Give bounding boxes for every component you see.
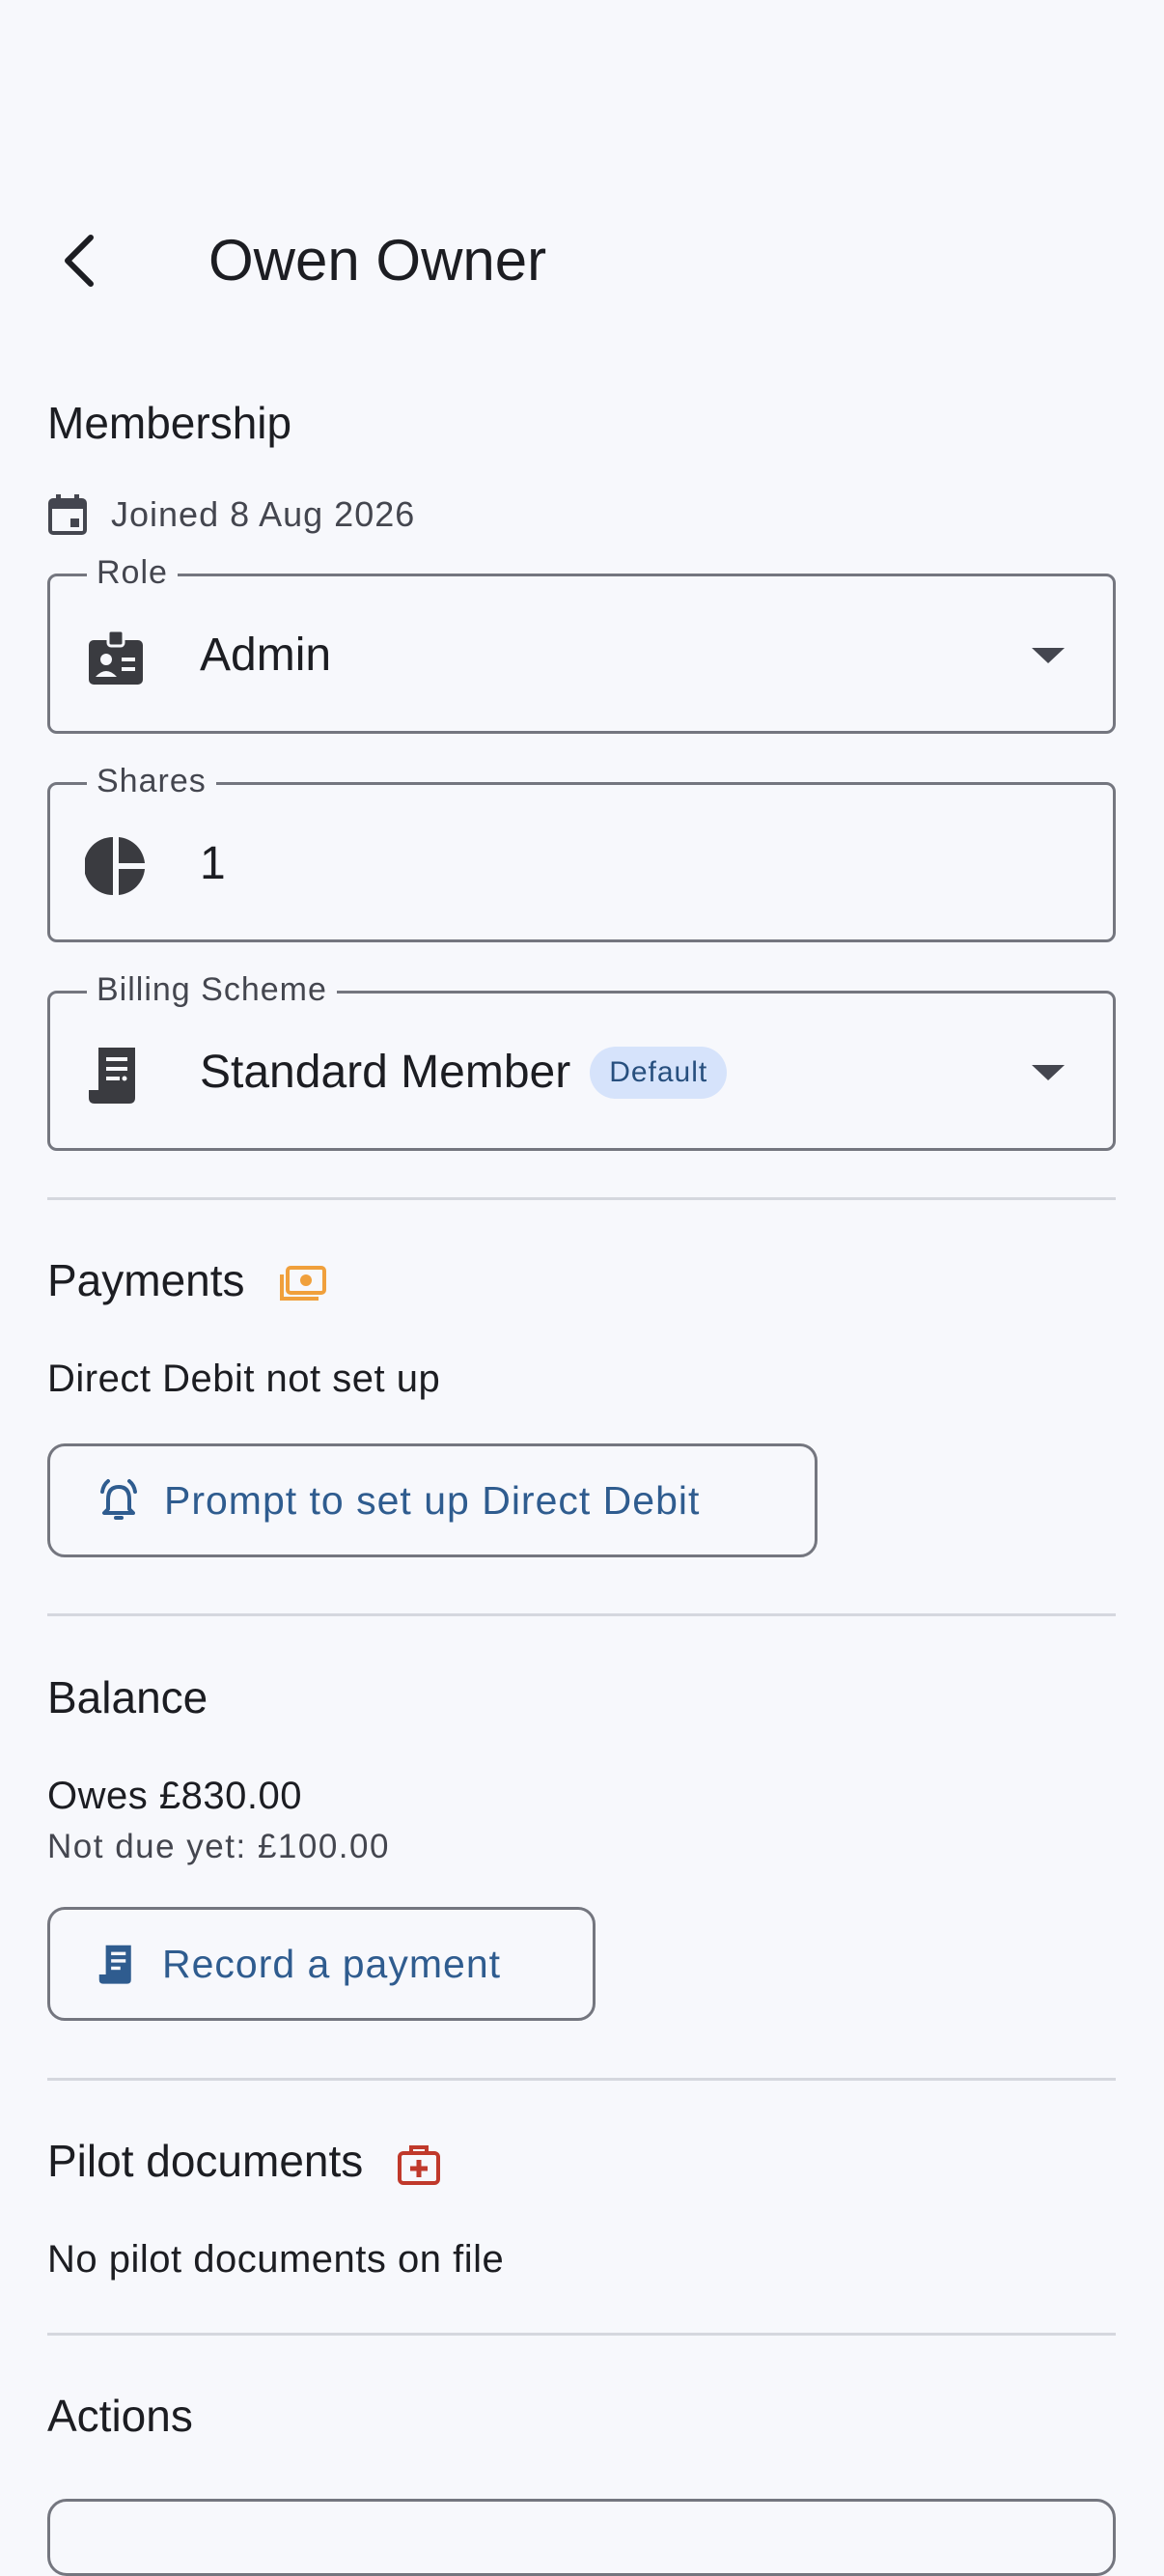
- dropdown-arrow-icon: [1032, 648, 1065, 663]
- shares-label: Shares: [87, 762, 216, 800]
- role-value: Admin: [200, 630, 332, 681]
- dropdown-arrow-icon: [1032, 1065, 1065, 1080]
- membership-section-title: Membership: [47, 398, 292, 448]
- billing-scheme-value: Standard Member: [200, 1047, 571, 1098]
- prompt-direct-debit-label: Prompt to set up Direct Debit: [164, 1477, 701, 1523]
- billing-scheme-select[interactable]: Billing Scheme Standard Member Default: [47, 970, 1116, 1151]
- page-title: Owen Owner: [208, 228, 547, 293]
- pilot-documents-title-text: Pilot documents: [47, 2136, 364, 2186]
- pilot-documents-section-title: Pilot documents: [47, 2134, 441, 2188]
- payments-icon: [280, 1265, 327, 1301]
- pilot-documents-empty: No pilot documents on file: [47, 2238, 505, 2281]
- role-select[interactable]: Role Admin: [47, 553, 1116, 734]
- shares-field[interactable]: Shares 1: [47, 762, 1116, 942]
- divider: [47, 2078, 1116, 2081]
- receipt-icon: [98, 1945, 131, 1984]
- badge-icon: [85, 627, 147, 688]
- back-button[interactable]: [48, 230, 110, 292]
- shares-value: 1: [200, 838, 226, 889]
- record-payment-label: Record a payment: [162, 1941, 502, 1986]
- divider: [47, 2333, 1116, 2336]
- actions-card[interactable]: [47, 2499, 1116, 2576]
- divider: [47, 1197, 1116, 1200]
- joined-date: Joined 8 Aug 2026: [111, 494, 416, 534]
- payments-title-text: Payments: [47, 1255, 245, 1305]
- app-bar: Owen Owner: [0, 203, 1164, 319]
- receipt-icon: [85, 1044, 147, 1106]
- pie-chart-icon: [85, 835, 147, 897]
- balance-not-due: Not due yet: £100.00: [47, 1828, 390, 1865]
- role-label: Role: [87, 553, 178, 592]
- arrow-back-icon: [65, 235, 94, 287]
- payments-section-title: Payments: [47, 1253, 328, 1307]
- calendar-icon: [48, 494, 87, 535]
- balance-section-title: Balance: [47, 1672, 208, 1722]
- direct-debit-status: Direct Debit not set up: [47, 1358, 441, 1400]
- billing-scheme-label: Billing Scheme: [87, 970, 337, 1009]
- divider: [47, 1613, 1116, 1616]
- alarm-bell-icon: [100, 1479, 137, 1520]
- billing-scheme-value-row: Standard Member Default: [200, 1044, 728, 1102]
- actions-section-title: Actions: [47, 2391, 193, 2441]
- medical-bag-icon: [398, 2144, 441, 2185]
- joined-row: Joined 8 Aug 2026: [47, 490, 415, 539]
- prompt-direct-debit-button[interactable]: Prompt to set up Direct Debit: [47, 1443, 818, 1557]
- balance-owes: Owes £830.00: [47, 1775, 302, 1817]
- default-badge: Default: [590, 1047, 728, 1099]
- record-payment-button[interactable]: Record a payment: [47, 1907, 596, 2021]
